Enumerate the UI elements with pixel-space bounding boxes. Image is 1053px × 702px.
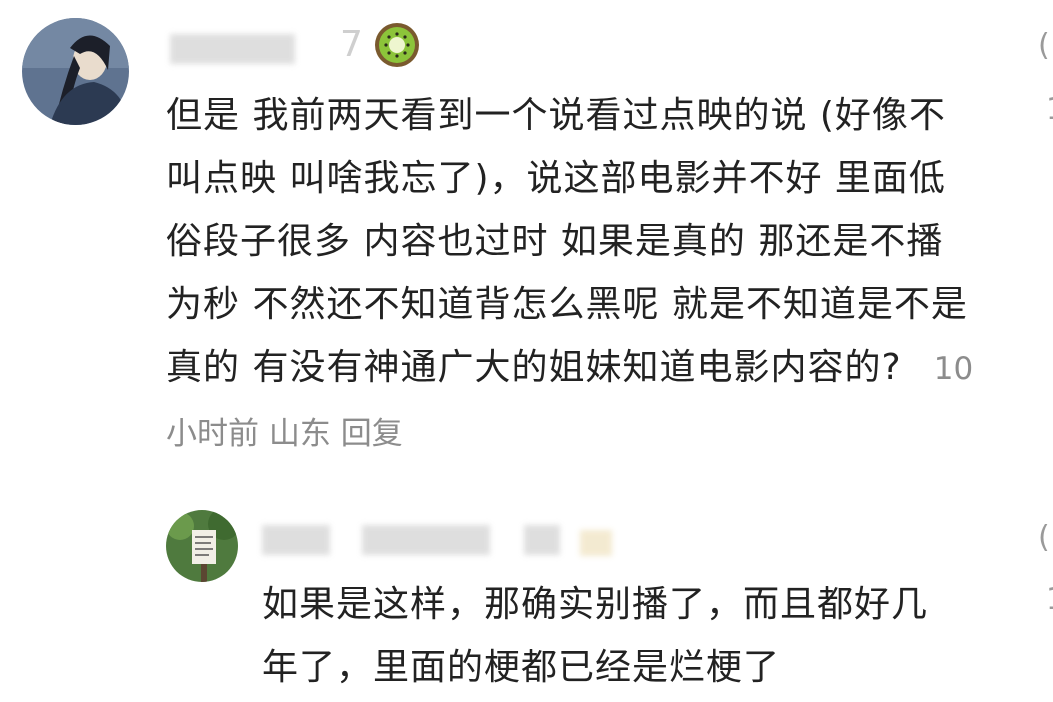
kiwi-icon — [375, 23, 419, 67]
reply-body: 如果是这样，那确实别播了，而且都好几年了，里面的梗都已经是烂梗了 — [262, 573, 962, 699]
reply-text: 如果是这样，那确实别播了，而且都好几年了，里面的梗都已经是烂梗了 — [262, 584, 929, 688]
reply-username-redacted[interactable] — [262, 525, 330, 555]
reply-like-count-fragment: 1 — [1046, 582, 1053, 617]
reply-button[interactable]: 回复 — [341, 416, 403, 452]
reply-avatar[interactable] — [166, 510, 238, 582]
reply-username-redacted-2 — [362, 525, 490, 555]
reply-like-icon[interactable]: ( — [1038, 520, 1050, 555]
comment-location: 山东 — [268, 416, 331, 452]
username-fragment: 7 — [340, 24, 363, 65]
reply-username-redacted-3 — [524, 525, 560, 555]
like-count-fragment: 1 — [1046, 92, 1053, 127]
comment-body: 但是 我前两天看到一个说看过点映的说 (好像不叫点映 叫啥我忘了)，说这部电影并… — [166, 84, 976, 466]
comment-text: 但是 我前两天看到一个说看过点映的说 (好像不叫点映 叫啥我忘了)，说这部电影并… — [166, 95, 968, 388]
username-redacted[interactable] — [170, 34, 295, 64]
reply-badge-redacted — [580, 530, 612, 556]
avatar[interactable] — [22, 18, 129, 125]
like-icon[interactable]: ( — [1038, 28, 1050, 63]
